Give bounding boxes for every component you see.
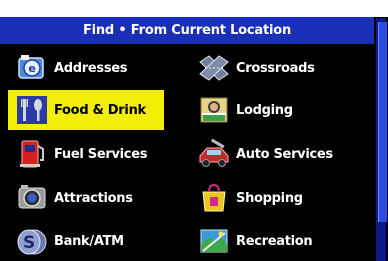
menu-item-shopping[interactable]: Shopping: [190, 178, 370, 218]
bank-atm-icon: S: [14, 224, 50, 258]
recreation-icon: [196, 224, 232, 258]
menu-item-food-drink[interactable]: Food & Drink: [8, 90, 164, 130]
attractions-icon: [14, 181, 50, 215]
crossroads-icon: [196, 51, 232, 85]
svg-text:S: S: [23, 233, 35, 253]
menu-item-label: Shopping: [236, 190, 303, 206]
menu-item-auto-services[interactable]: Auto Services: [190, 134, 370, 174]
menu-item-label: Bank/ATM: [54, 233, 124, 249]
menu-item-fuel-services[interactable]: Fuel Services: [8, 134, 188, 174]
find-menu-grid: e Addresses Crossroads Food & Drink Lodg…: [0, 44, 374, 261]
menu-item-label: Food & Drink: [54, 102, 146, 118]
top-border: [0, 0, 388, 17]
menu-item-label: Recreation: [236, 233, 313, 249]
menu-item-addresses[interactable]: e Addresses: [8, 48, 188, 88]
menu-item-bank-atm[interactable]: S Bank/ATM: [8, 221, 188, 261]
food-drink-icon: [14, 93, 50, 127]
menu-item-label: Crossroads: [236, 60, 315, 76]
lodging-icon: [196, 93, 232, 127]
menu-item-label: Lodging: [236, 102, 293, 118]
menu-item-label: Attractions: [54, 190, 133, 206]
scroll-thumb[interactable]: [378, 22, 387, 222]
addresses-icon: e: [14, 51, 50, 85]
svg-text:e: e: [28, 62, 35, 75]
auto-services-icon: [196, 137, 232, 171]
menu-item-lodging[interactable]: Lodging: [190, 90, 370, 130]
menu-item-label: Auto Services: [236, 146, 333, 162]
page-title: Find • From Current Location: [0, 17, 374, 44]
menu-item-attractions[interactable]: Attractions: [8, 178, 188, 218]
shopping-icon: [196, 181, 232, 215]
fuel-icon: [14, 137, 50, 171]
menu-item-recreation[interactable]: Recreation: [190, 221, 370, 261]
menu-item-label: Addresses: [54, 60, 128, 76]
menu-item-crossroads[interactable]: Crossroads: [190, 48, 370, 88]
menu-item-label: Fuel Services: [54, 146, 148, 162]
